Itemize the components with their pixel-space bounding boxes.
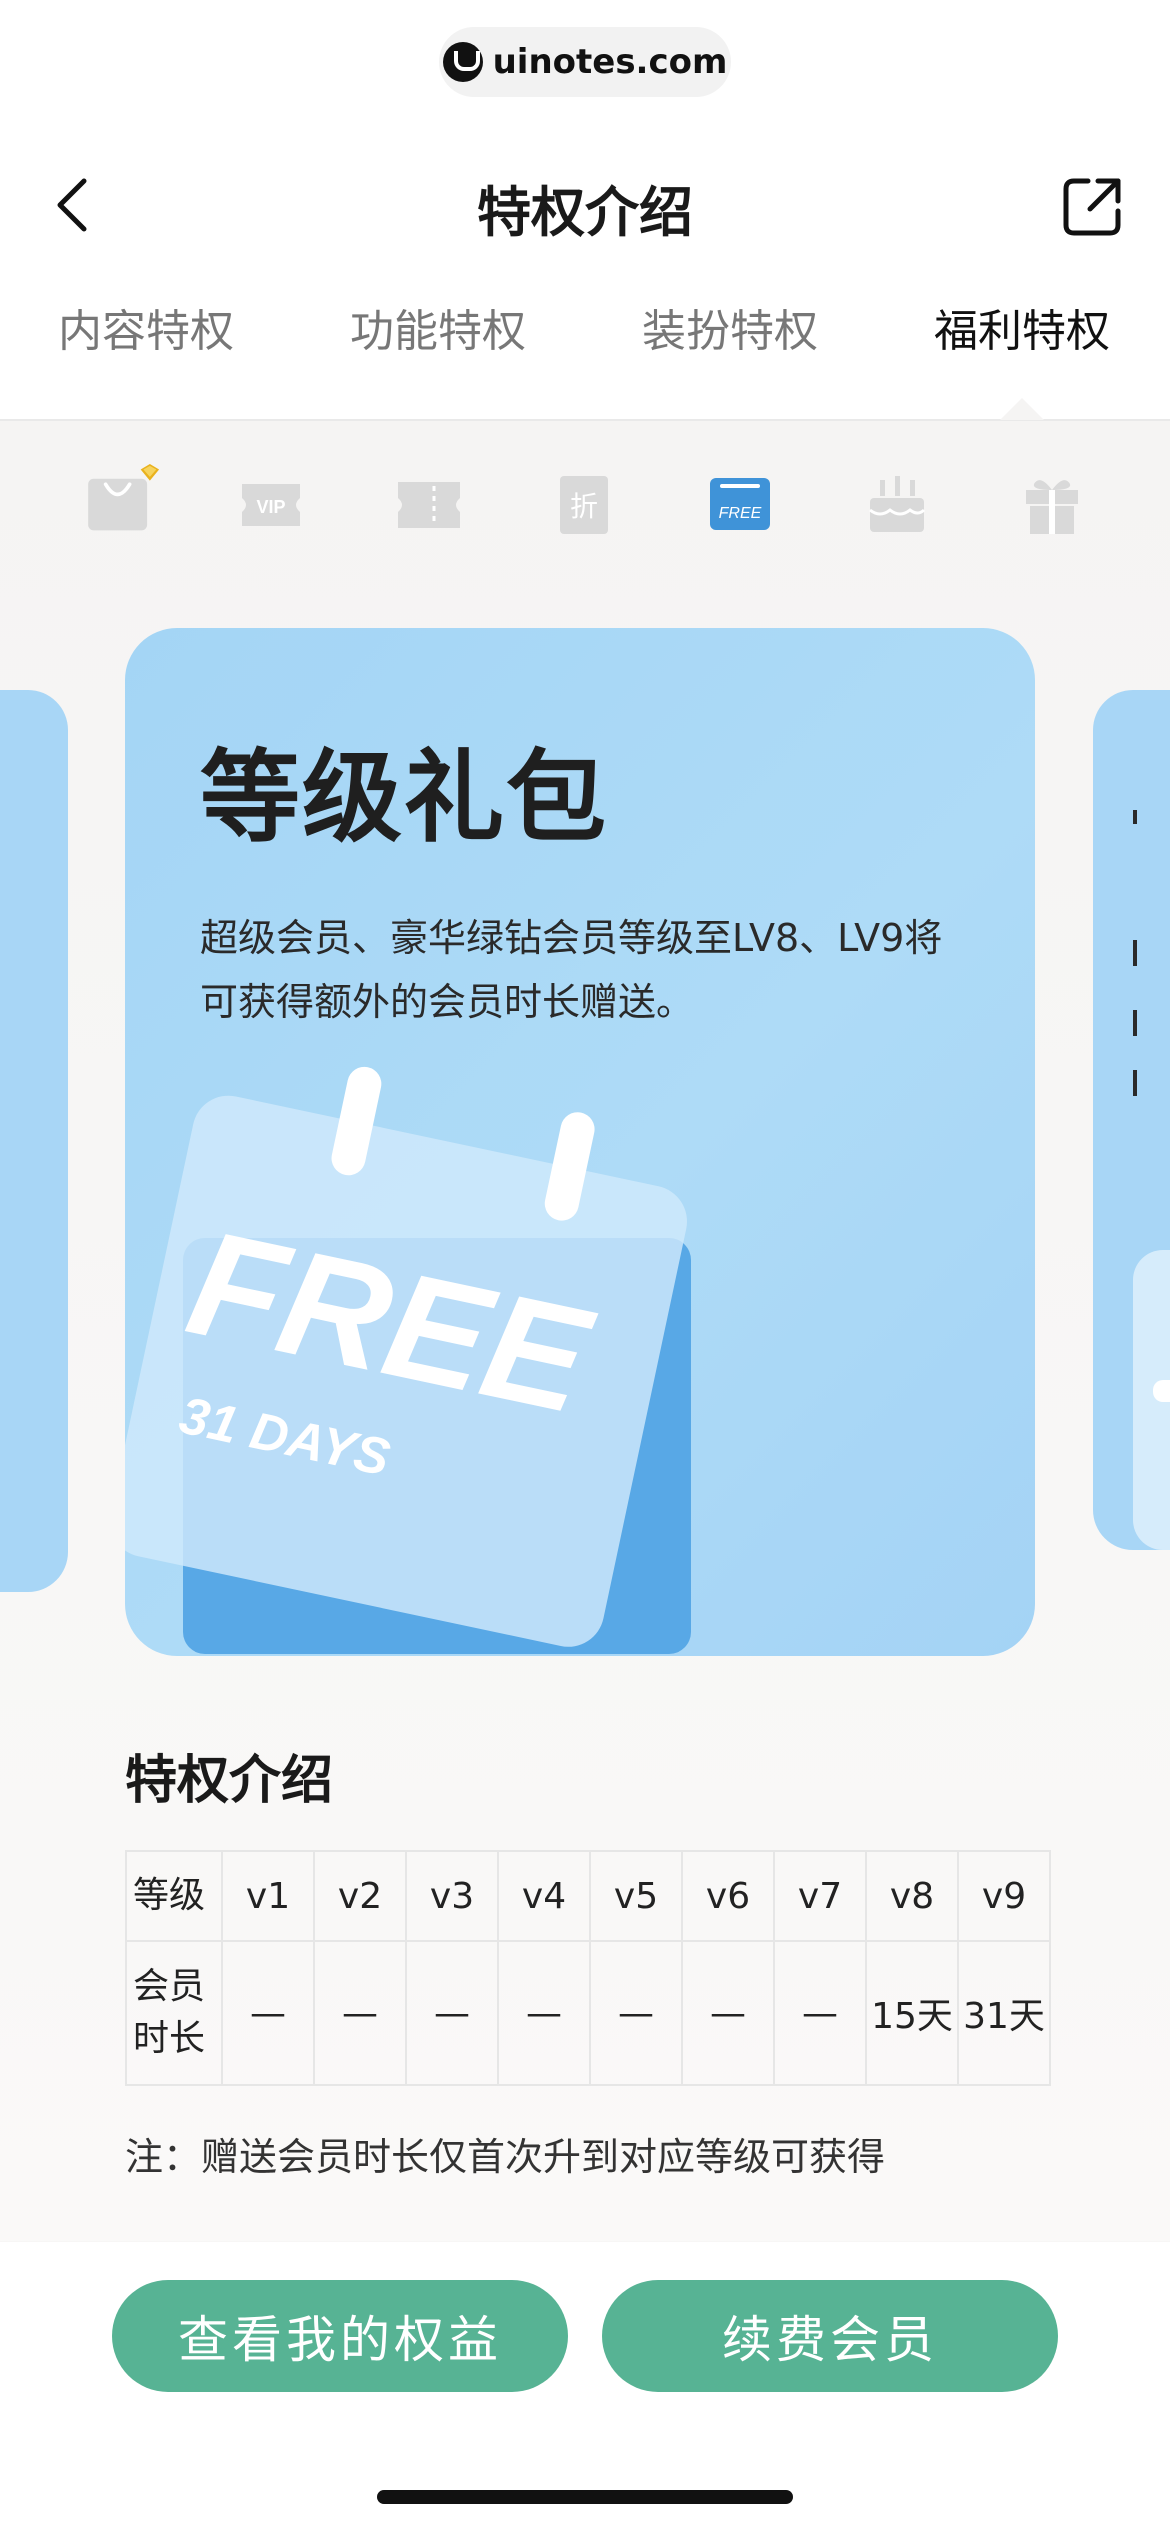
level-cell: v9 [957, 1850, 1051, 1942]
url-pill[interactable]: uinotes.com [439, 27, 731, 97]
level-cell: v5 [589, 1850, 683, 1942]
table-row: 等级 v1 v2 v3 v4 v5 v6 v7 v8 v9 [125, 1850, 1051, 1942]
free-calendar-icon: FREE 31 DAYS [125, 1066, 691, 1654]
card-description: 超级会员、豪华绿钻会员等级至LV8、LV9将可获得额外的会员时长赠送。 [200, 916, 943, 1024]
vip-ticket-icon[interactable]: VIP [238, 470, 304, 540]
level-cell: v7 [773, 1850, 867, 1942]
duration-cell: — [221, 1940, 315, 2086]
duration-cell: — [589, 1940, 683, 2086]
active-tab-pointer [1000, 398, 1044, 420]
duration-cell: — [313, 1940, 407, 2086]
birthday-cake-icon[interactable] [866, 470, 928, 540]
privilege-card: 等级礼包 超级会员、豪华绿钻会员等级至LV8、LV9将可获得额外的会员时长赠送。… [125, 628, 1035, 1656]
svg-text:VIP: VIP [256, 497, 285, 517]
footnote: 注：赠送会员时长仅首次升到对应等级可获得 [125, 2135, 886, 2179]
svg-text:折: 折 [570, 490, 598, 523]
tab-content-privileges[interactable]: 内容特权 [58, 295, 234, 359]
next-card-peek[interactable] [1093, 690, 1170, 1550]
level-cell: v2 [313, 1850, 407, 1942]
level-cell: v8 [865, 1850, 959, 1942]
section-title: 特权介绍 [125, 1751, 334, 1811]
url-text: uinotes.com [492, 42, 728, 82]
table-header-level: 等级 [125, 1850, 223, 1942]
level-cell: v3 [405, 1850, 499, 1942]
share-icon[interactable] [1060, 175, 1124, 239]
next-card-art-icon [1133, 810, 1170, 1550]
duration-cell: — [497, 1940, 591, 2086]
svg-text:FREE: FREE [719, 505, 762, 522]
site-logo-icon [442, 42, 483, 82]
benefit-icon-row: VIP 折 FREE [0, 464, 1170, 540]
level-cell: v1 [221, 1850, 315, 1942]
duration-cell: 31天 [957, 1940, 1051, 2086]
duration-cell: 15天 [865, 1940, 959, 2086]
duration-cell: — [681, 1940, 775, 2086]
level-cell: v4 [497, 1850, 591, 1942]
card-title: 等级礼包 [200, 739, 608, 856]
coupon-icon[interactable] [394, 470, 464, 540]
prev-card-peek[interactable] [0, 690, 68, 1592]
table-row: 会员时长 — — — — — — — 15天 31天 [125, 1940, 1051, 2086]
discount-icon[interactable]: 折 [558, 470, 610, 540]
home-indicator [377, 2490, 793, 2504]
gift-icon[interactable] [1022, 470, 1082, 540]
free-icon[interactable]: FREE [708, 470, 772, 540]
shopping-bag-icon[interactable] [82, 464, 168, 534]
table-header-duration: 会员时长 [125, 1940, 223, 2086]
tab-welfare-privileges[interactable]: 福利特权 [934, 295, 1110, 359]
tab-bar: 内容特权 功能特权 装扮特权 福利特权 [0, 295, 1170, 375]
view-my-benefits-button[interactable]: 查看我的权益 [112, 2280, 568, 2392]
duration-cell: — [405, 1940, 499, 2086]
level-table: 等级 v1 v2 v3 v4 v5 v6 v7 v8 v9 会员时长 — — —… [125, 1850, 1051, 2086]
tab-dress-privileges[interactable]: 装扮特权 [642, 295, 818, 359]
page-title: 特权介绍 [477, 181, 693, 244]
tab-function-privileges[interactable]: 功能特权 [350, 295, 526, 359]
renew-membership-button[interactable]: 续费会员 [602, 2280, 1058, 2392]
level-cell: v6 [681, 1850, 775, 1942]
duration-cell: — [773, 1940, 867, 2086]
